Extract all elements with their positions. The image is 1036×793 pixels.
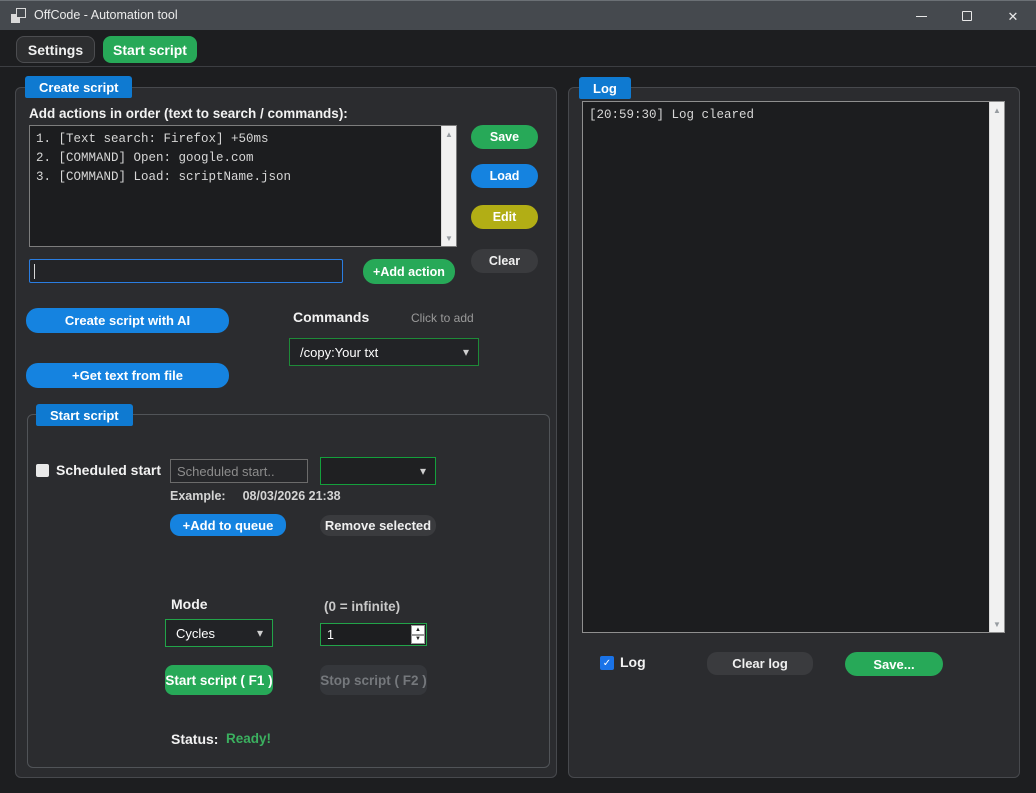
text-caret — [34, 264, 35, 279]
clear-button[interactable]: Clear — [471, 249, 538, 273]
spinner-up-icon[interactable]: ▲ — [411, 625, 425, 635]
spinner-down-icon[interactable]: ▼ — [411, 635, 425, 645]
add-to-queue-button[interactable]: +Add to queue — [170, 514, 286, 536]
clear-log-button[interactable]: Clear log — [707, 652, 813, 675]
save-button[interactable]: Save — [471, 125, 538, 149]
chevron-down-icon: ▾ — [463, 346, 469, 358]
log-tab: Log — [579, 77, 631, 99]
add-action-button[interactable]: +Add action — [363, 259, 455, 284]
start-script-button[interactable]: Start script — [103, 36, 197, 63]
log-text: [20:59:30] Log cleared — [583, 102, 989, 632]
start-script-section: Start script Scheduled start ▾ Example:0… — [27, 414, 550, 768]
minimize-icon — [916, 16, 927, 17]
example-row: Example: 08/03/2026 21:38 — [170, 489, 341, 503]
click-to-add-hint: Click to add — [411, 311, 474, 325]
create-script-panel: Create script Add actions in order (text… — [15, 87, 557, 778]
start-script-f1-button[interactable]: Start script ( F1 ) — [165, 665, 273, 695]
close-icon: ✕ — [1008, 10, 1019, 23]
mode-dropdown[interactable]: Cycles ▾ — [165, 619, 273, 647]
log-textarea[interactable]: [20:59:30] Log cleared ▲ ▼ — [582, 101, 1005, 633]
cycles-input[interactable]: 1 ▲ ▼ — [320, 623, 427, 646]
status-label: Status: — [171, 731, 218, 747]
save-log-button[interactable]: Save... — [845, 652, 943, 676]
remove-selected-button[interactable]: Remove selected — [320, 515, 436, 536]
actions-scrollbar[interactable]: ▲ ▼ — [441, 126, 456, 246]
commands-dropdown-value: /copy:Your txt — [300, 345, 378, 360]
log-scrollbar[interactable]: ▲ ▼ — [989, 102, 1004, 632]
mode-dropdown-value: Cycles — [176, 626, 215, 641]
actions-text: 1. [Text search: Firefox] +50ms 2. [COMM… — [30, 126, 441, 246]
commands-label: Commands — [293, 309, 369, 325]
close-button[interactable]: ✕ — [990, 1, 1036, 31]
example-label: Example: — [170, 489, 226, 503]
log-panel: Log [20:59:30] Log cleared ▲ ▼ ✓ Log Cle… — [568, 87, 1020, 778]
toolbar-divider — [0, 66, 1036, 67]
actions-order-label: Add actions in order (text to search / c… — [29, 106, 348, 121]
checkmark-icon: ✓ — [603, 658, 611, 669]
log-enabled-checkbox[interactable]: ✓ — [600, 656, 614, 670]
log-checkbox-label: Log — [620, 654, 646, 670]
stop-script-f2-button[interactable]: Stop script ( F2 ) — [320, 665, 427, 695]
queue-dropdown[interactable]: ▾ — [320, 457, 436, 485]
chevron-down-icon: ▾ — [257, 627, 263, 639]
status-value: Ready! — [226, 731, 271, 746]
scheduled-start-label: Scheduled start — [56, 462, 161, 478]
maximize-button[interactable] — [944, 1, 990, 31]
maximize-icon — [962, 11, 972, 21]
example-value: 08/03/2026 21:38 — [243, 489, 341, 503]
action-input[interactable] — [29, 259, 343, 283]
app-window: OffCode - Automation tool ✕ Settings Sta… — [0, 0, 1036, 793]
chevron-down-icon: ▾ — [420, 465, 426, 477]
mode-label: Mode — [171, 596, 208, 612]
settings-button[interactable]: Settings — [16, 36, 95, 63]
get-text-from-file-button[interactable]: +Get text from file — [26, 363, 229, 388]
create-with-ai-button[interactable]: Create script with AI — [26, 308, 229, 333]
scroll-down-icon[interactable]: ▼ — [990, 617, 1004, 631]
create-script-tab: Create script — [25, 76, 132, 98]
actions-textarea[interactable]: 1. [Text search: Firefox] +50ms 2. [COMM… — [29, 125, 457, 247]
cycles-spinner: ▲ ▼ — [411, 625, 425, 644]
titlebar: OffCode - Automation tool ✕ — [0, 0, 1036, 30]
minimize-button[interactable] — [898, 1, 944, 31]
cycles-value: 1 — [327, 628, 334, 642]
edit-button[interactable]: Edit — [471, 205, 538, 229]
app-icon — [11, 8, 27, 24]
load-button[interactable]: Load — [471, 164, 538, 188]
scroll-up-icon[interactable]: ▲ — [442, 127, 456, 141]
window-title: OffCode - Automation tool — [34, 8, 178, 22]
start-script-section-tab: Start script — [36, 404, 133, 426]
commands-dropdown[interactable]: /copy:Your txt ▾ — [289, 338, 479, 366]
scheduled-start-checkbox[interactable] — [36, 464, 49, 477]
scheduled-start-input[interactable] — [170, 459, 308, 483]
scroll-down-icon[interactable]: ▼ — [442, 231, 456, 245]
infinite-hint-label: (0 = infinite) — [324, 599, 400, 614]
scroll-up-icon[interactable]: ▲ — [990, 103, 1004, 117]
